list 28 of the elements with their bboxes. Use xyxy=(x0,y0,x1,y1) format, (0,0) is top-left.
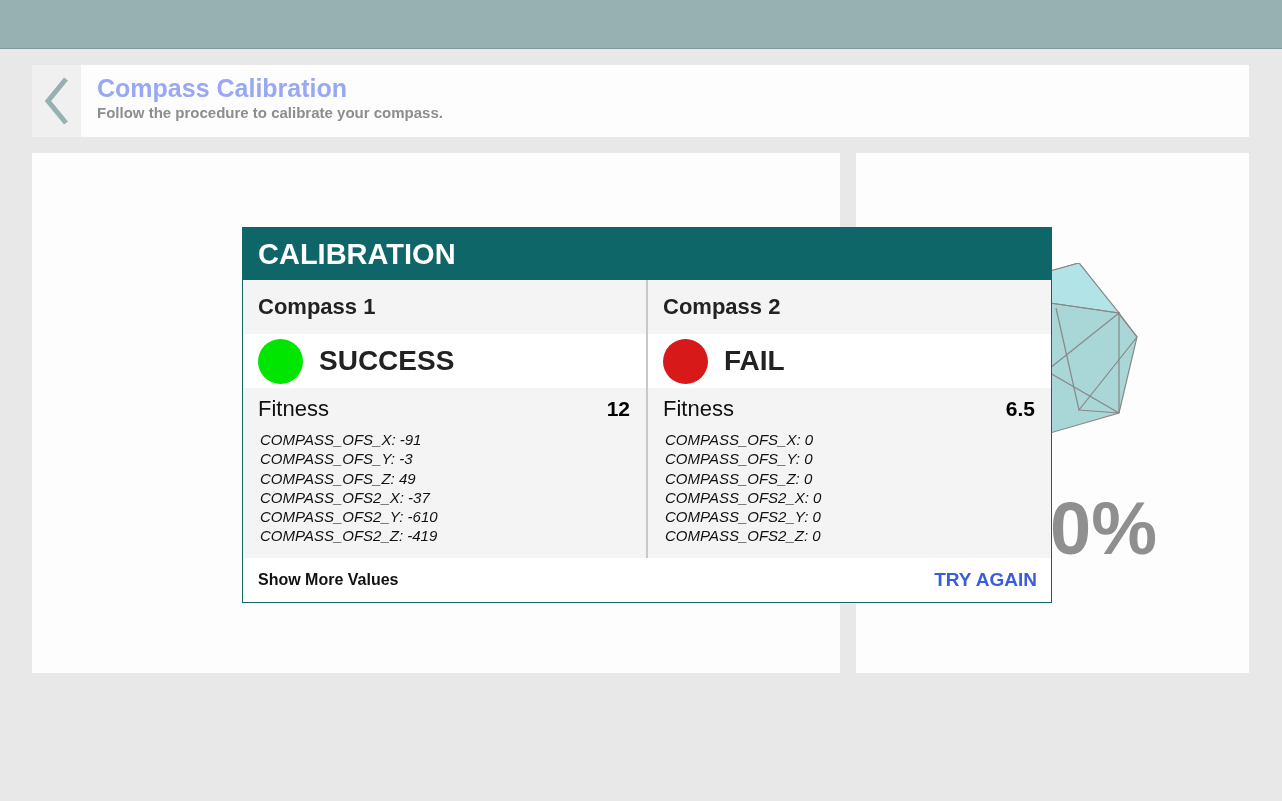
offset-value: COMPASS_OFS_Y: -3 xyxy=(260,449,413,469)
offset-value: COMPASS_OFS2_X: -37 xyxy=(260,487,430,508)
offset-value: COMPASS_OFS_X: -91 xyxy=(260,430,422,450)
offset-value: COMPASS_OFS2_Y: 0 xyxy=(665,507,821,527)
compass-name: Compass 2 xyxy=(663,294,781,320)
dialog-title: CALIBRATION xyxy=(258,237,456,271)
compass-name: Compass 1 xyxy=(258,294,376,320)
status-label: SUCCESS xyxy=(319,345,455,377)
back-chevron-icon xyxy=(43,77,70,125)
offset-value: COMPASS_OFS_Z: 49 xyxy=(260,468,416,488)
back-button[interactable] xyxy=(32,65,81,137)
offset-value: COMPASS_OFS_Y: 0 xyxy=(665,449,813,469)
progress-percent: 0% xyxy=(1050,489,1158,569)
page-subtitle: Follow the procedure to calibrate your compass. xyxy=(97,103,443,123)
offset-value: COMPASS_OFS2_Z: -419 xyxy=(260,526,438,546)
status-label: FAIL xyxy=(724,345,785,377)
offset-value: COMPASS_OFS2_X: 0 xyxy=(665,487,822,508)
offset-value: COMPASS_OFS2_Z: 0 xyxy=(665,526,821,546)
page-title: Compass Calibration xyxy=(97,73,349,103)
offset-value: COMPASS_OFS_X: 0 xyxy=(665,430,814,450)
fitness-label: Fitness xyxy=(258,396,329,422)
fitness-value: 6.5 xyxy=(1005,397,1035,421)
offset-value: COMPASS_OFS2_Y: -610 xyxy=(260,507,438,527)
show-more-link[interactable]: Show More Values xyxy=(258,570,399,589)
try-again-button[interactable]: TRY AGAIN xyxy=(934,568,1037,591)
fitness-value: 12 xyxy=(606,397,630,421)
offset-value: COMPASS_OFS_Z: 0 xyxy=(665,468,813,488)
fitness-label: Fitness xyxy=(663,396,734,422)
